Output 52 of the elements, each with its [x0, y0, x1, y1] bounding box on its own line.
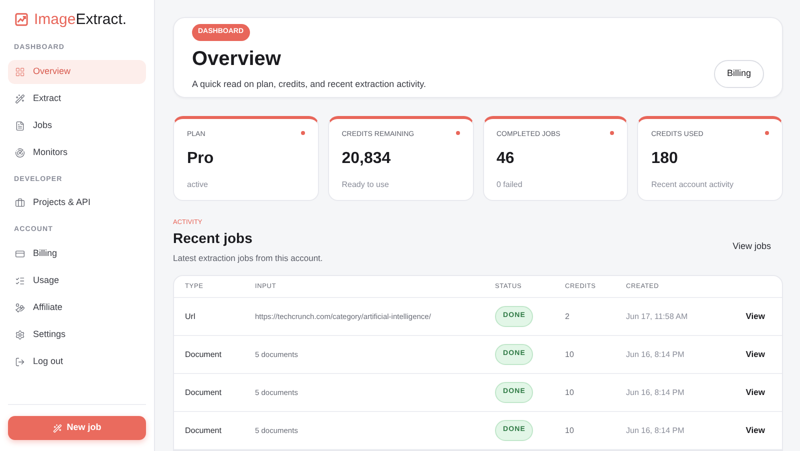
- table-cell-text: 10: [565, 386, 575, 398]
- view-jobs-link[interactable]: View jobs: [732, 240, 771, 254]
- stat-value: Pro: [187, 150, 215, 166]
- stat-note: active: [187, 178, 209, 190]
- stat-note: Recent account activity: [651, 178, 735, 190]
- table-cell-text: Document: [185, 348, 222, 360]
- stat-note: 0 failed: [496, 178, 524, 190]
- logo-icon: [15, 13, 28, 26]
- nav-item[interactable]: Log out: [8, 350, 146, 374]
- nav-item[interactable]: Usage: [8, 268, 146, 292]
- table-cell-text: Jun 16, 8:14 PM: [626, 424, 686, 436]
- table-cell-text: Jun 16, 8:14 PM: [626, 348, 686, 360]
- document-icon: [15, 120, 25, 130]
- view-link[interactable]: View: [746, 348, 765, 361]
- nav-item[interactable]: Monitors: [8, 140, 146, 164]
- view-link[interactable]: View: [746, 310, 765, 323]
- section-subtitle: Latest extraction jobs from this account.: [173, 252, 323, 265]
- view-link[interactable]: View: [746, 386, 765, 399]
- nav-item[interactable]: Settings: [8, 322, 146, 346]
- nav-item[interactable]: Billing: [8, 242, 146, 266]
- section-title: Recent jobs: [173, 230, 254, 248]
- table-cell-text: 10: [565, 424, 575, 436]
- briefcase-icon: [15, 198, 25, 208]
- table-cell-text: 2: [565, 310, 570, 322]
- wand-icon: [15, 94, 25, 104]
- table-cell-text: Document: [185, 424, 222, 436]
- page-subtitle: A quick read on plan, credits, and recent extraction activity.: [192, 78, 426, 91]
- checklist-icon: [15, 276, 25, 286]
- stat-value: 20,834: [342, 150, 392, 166]
- wand-icon: [52, 424, 62, 432]
- table-cell-text: Jun 17, 11:58 AM: [626, 310, 689, 322]
- table-cell-text: 10: [565, 348, 575, 360]
- table-cell-text: Url: [185, 310, 196, 322]
- settings-icon: [15, 330, 25, 340]
- brand-name[interactable]: ImageExtract.: [34, 12, 127, 27]
- nav-item[interactable]: Projects & API: [8, 191, 146, 215]
- logout-icon: [15, 356, 25, 366]
- card-icon: [15, 248, 25, 258]
- view-link[interactable]: View: [746, 424, 765, 437]
- table-cell-text: Jun 16, 8:14 PM: [626, 386, 686, 398]
- radar-icon: [15, 148, 25, 158]
- billing-button[interactable]: Billing: [714, 60, 764, 88]
- hand-coins-icon: [15, 302, 25, 312]
- stat-value: 180: [651, 150, 679, 166]
- stat-value: 46: [496, 150, 516, 166]
- grid-icon: [15, 66, 25, 76]
- nav-item[interactable]: Jobs: [8, 114, 146, 138]
- nav-item[interactable]: Affiliate: [8, 296, 146, 320]
- nav-item[interactable]: Extract: [8, 86, 146, 110]
- stat-note: Ready to use: [342, 178, 390, 190]
- page-title: Overview: [192, 46, 282, 72]
- table-cell-text: Document: [185, 386, 222, 398]
